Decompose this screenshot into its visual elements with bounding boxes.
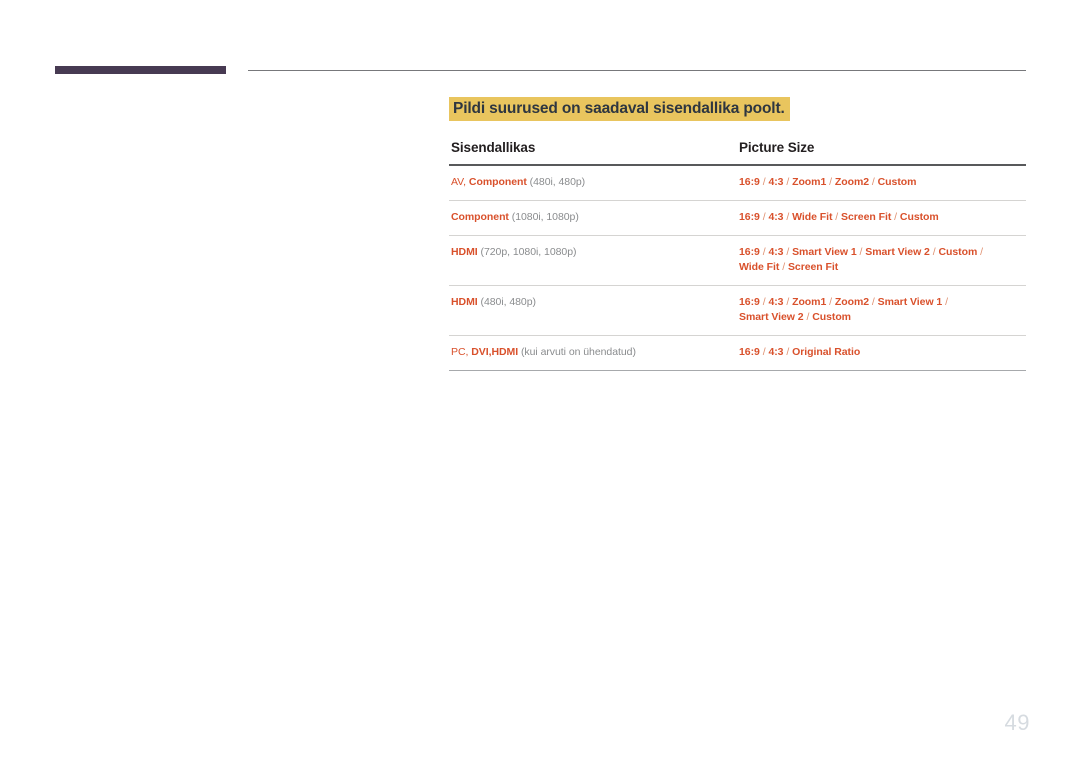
source-prefix: PC (451, 346, 466, 358)
picture-size-line-1: 16:9 / 4:3 / Wide Fit / Screen Fit / Cus… (739, 211, 939, 223)
source-note: (1080i, 1080p) (511, 211, 579, 223)
source-prefix: AV (451, 176, 464, 188)
table-body: AV, Component (480i, 480p) 16:9 / 4:3 / … (449, 165, 1026, 371)
cell-input-source: AV, Component (480i, 480p) (449, 165, 737, 201)
page-content: Pildi suurused on saadaval sisendallika … (449, 97, 1026, 371)
cell-picture-size: 16:9 / 4:3 / Zoom1 / Zoom2 / Smart View … (737, 285, 1026, 336)
table-row: AV, Component (480i, 480p) 16:9 / 4:3 / … (449, 165, 1026, 201)
picture-size-line-1: 16:9 / 4:3 / Zoom1 / Zoom2 / Smart View … (739, 296, 948, 308)
source-main: HDMI (451, 296, 478, 308)
picture-size-line-2: Smart View 2 / Custom (739, 311, 851, 323)
source-main: HDMI (451, 246, 478, 258)
source-note: (480i, 480p) (529, 176, 586, 188)
source-note: (kui arvuti on ühendatud) (520, 346, 636, 358)
source-main: Component (451, 211, 509, 223)
picture-size-line-1: 16:9 / 4:3 / Zoom1 / Zoom2 / Custom (739, 176, 917, 188)
picture-size-table: Sisendallikas Picture Size AV, Component… (449, 140, 1026, 371)
column-header-input-source: Sisendallikas (449, 140, 737, 166)
cell-picture-size: 16:9 / 4:3 / Wide Fit / Screen Fit / Cus… (737, 200, 1026, 236)
section-title: Pildi suurused on saadaval sisendallika … (449, 97, 790, 121)
source-note: (480i, 480p) (480, 296, 537, 308)
table-row: HDMI (480i, 480p) 16:9 / 4:3 / Zoom1 / Z… (449, 285, 1026, 336)
cell-picture-size: 16:9 / 4:3 / Smart View 1 / Smart View 2… (737, 235, 1026, 286)
cell-picture-size: 16:9 / 4:3 / Original Ratio (737, 335, 1026, 371)
picture-size-line-1: 16:9 / 4:3 / Original Ratio (739, 346, 861, 358)
column-header-picture-size: Picture Size (737, 140, 1026, 166)
cell-picture-size: 16:9 / 4:3 / Zoom1 / Zoom2 / Custom (737, 165, 1026, 201)
header-horizontal-rule (248, 70, 1026, 71)
cell-input-source: HDMI (720p, 1080i, 1080p) (449, 235, 737, 286)
cell-input-source: HDMI (480i, 480p) (449, 285, 737, 336)
cell-input-source: Component (1080i, 1080p) (449, 200, 737, 236)
page-header-decoration (0, 66, 1080, 78)
source-main: DVI,HDMI (471, 346, 519, 358)
source-main: Component (468, 176, 527, 188)
section-title-container: Pildi suurused on saadaval sisendallika … (449, 97, 1026, 121)
page-number: 49 (1004, 710, 1030, 735)
table-header-row: Sisendallikas Picture Size (449, 140, 1026, 166)
table-header: Sisendallikas Picture Size (449, 140, 1026, 166)
cell-input-source: PC, DVI,HDMI (kui arvuti on ühendatud) (449, 335, 737, 371)
source-note: (720p, 1080i, 1080p) (480, 246, 577, 258)
picture-size-line-1: 16:9 / 4:3 / Smart View 1 / Smart View 2… (739, 246, 983, 258)
table-row: Component (1080i, 1080p) 16:9 / 4:3 / Wi… (449, 200, 1026, 236)
header-accent-bar (55, 66, 226, 74)
table-row: HDMI (720p, 1080i, 1080p) 16:9 / 4:3 / S… (449, 235, 1026, 286)
picture-size-line-2: Wide Fit / Screen Fit (739, 261, 839, 273)
table-row: PC, DVI,HDMI (kui arvuti on ühendatud) 1… (449, 335, 1026, 371)
